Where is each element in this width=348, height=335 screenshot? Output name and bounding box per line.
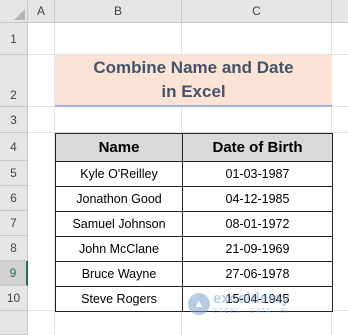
row-header-5[interactable]: 5	[0, 161, 28, 186]
dob-cell[interactable]: 08-01-1972	[182, 211, 333, 237]
row-header-1[interactable]: 1	[0, 23, 28, 55]
table-header-row: Name Date of Birth	[55, 133, 333, 162]
title-line-1: Combine Name and Date	[93, 58, 294, 77]
watermark-text: exceldemy EXCEL · DATA · BI	[213, 291, 290, 317]
dob-cell[interactable]: 04-12-1985	[182, 186, 333, 212]
name-cell[interactable]: Steve Rogers	[55, 286, 183, 312]
name-cell[interactable]: Samuel Johnson	[55, 211, 183, 237]
header-name[interactable]: Name	[55, 133, 183, 162]
data-table: Name Date of Birth Kyle O'Reilley 01-03-…	[55, 133, 333, 312]
watermark-main: exceldemy	[213, 290, 290, 307]
name-cell[interactable]: John McClane	[55, 236, 183, 262]
row-header-6[interactable]: 6	[0, 186, 28, 211]
dob-cell[interactable]: 21-09-1969	[182, 236, 333, 262]
column-header-c[interactable]: C	[182, 0, 332, 23]
exceldemy-watermark: ▲ exceldemy EXCEL · DATA · BI	[188, 291, 290, 317]
table-row: Samuel Johnson 08-01-1972	[55, 211, 333, 237]
title-cell[interactable]: Combine Name and Date in Excel	[55, 55, 332, 107]
row-header-4[interactable]: 4	[0, 133, 28, 161]
select-all-triangle-icon	[14, 9, 25, 20]
table-row: Kyle O'Reilley 01-03-1987	[55, 161, 333, 187]
title-line-2: in Excel	[161, 82, 226, 101]
row-header-10[interactable]: 10	[0, 286, 28, 311]
spreadsheet: A B C 1 2 3 4 5 6 7 8 9 10 Combine Name …	[0, 0, 348, 335]
table-row: John McClane 21-09-1969	[55, 236, 333, 262]
dob-cell[interactable]: 27-06-1978	[182, 261, 333, 287]
name-cell[interactable]: Bruce Wayne	[55, 261, 183, 287]
dob-cell[interactable]: 01-03-1987	[182, 161, 333, 187]
watermark-sub: EXCEL · DATA · BI	[213, 308, 289, 315]
table-row: Jonathon Good 04-12-1985	[55, 186, 333, 212]
column-header-a[interactable]: A	[28, 0, 55, 23]
row-header-11[interactable]	[0, 311, 28, 335]
name-cell[interactable]: Jonathon Good	[55, 186, 183, 212]
row-header-7[interactable]: 7	[0, 211, 28, 236]
exceldemy-logo-icon: ▲	[188, 293, 210, 315]
row-header-3[interactable]: 3	[0, 107, 28, 133]
column-header-b[interactable]: B	[55, 0, 182, 23]
select-all-corner[interactable]	[0, 0, 28, 23]
header-date-of-birth[interactable]: Date of Birth	[182, 133, 333, 162]
row-header-9[interactable]: 9	[0, 261, 28, 286]
table-row: Bruce Wayne 27-06-1978	[55, 261, 333, 287]
row-header-8[interactable]: 8	[0, 236, 28, 261]
name-cell[interactable]: Kyle O'Reilley	[55, 161, 183, 187]
column-header-d[interactable]	[332, 0, 348, 23]
row-header-2[interactable]: 2	[0, 55, 28, 107]
